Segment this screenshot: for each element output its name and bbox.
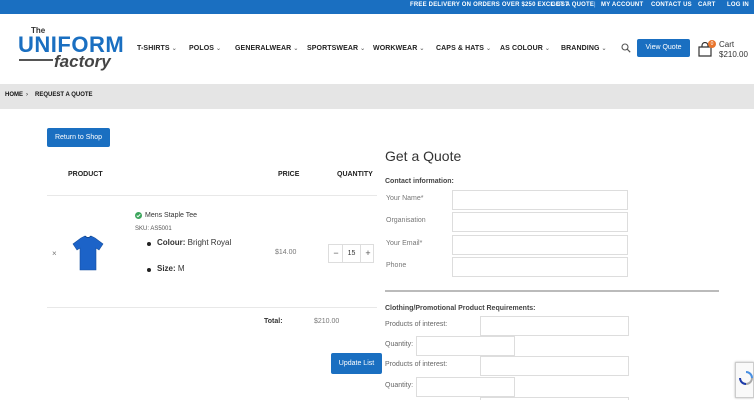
phone-label: Phone xyxy=(386,262,407,269)
quantity-label: Quantity: xyxy=(385,382,414,389)
products-of-interest-label: Products of interest: xyxy=(385,361,448,368)
chevron-down-icon: ⌄ xyxy=(419,46,425,52)
view-quote-button[interactable]: View Quote xyxy=(637,39,690,57)
chevron-down-icon: ⌄ xyxy=(544,46,551,52)
item-price: $14.00 xyxy=(275,249,297,256)
decrease-quantity-button[interactable]: − xyxy=(330,248,342,258)
product-colour: Colour: Bright Royal xyxy=(157,238,232,247)
nav-item-branding[interactable]: BRANDING ⌄ xyxy=(561,45,607,52)
t-shirt-product-image[interactable] xyxy=(68,233,108,273)
free-delivery-link[interactable]: FREE DELIVERY ON ORDERS OVER $250 EXCL G… xyxy=(410,2,569,8)
top-bar: FREE DELIVERY ON ORDERS OVER $250 EXCL G… xyxy=(0,0,754,14)
remove-item-button[interactable]: × xyxy=(52,249,57,258)
requirement-quantity-field[interactable] xyxy=(416,336,515,356)
nav-item-polos[interactable]: POLOS ⌄ xyxy=(189,45,221,52)
get-a-quote-link[interactable]: GET A QUOTE xyxy=(551,2,594,8)
recaptcha-icon xyxy=(739,371,753,385)
update-list-button[interactable]: Update List xyxy=(331,353,382,374)
cart-total[interactable]: $210.00 xyxy=(719,50,748,59)
increase-quantity-button[interactable]: + xyxy=(362,248,374,258)
quote-form-title: Get a Quote xyxy=(385,148,462,164)
quantity-stepper: − 15 + xyxy=(328,244,374,263)
column-header-quantity: QUANTITY xyxy=(337,171,373,178)
site-logo[interactable]: The UNIFORM factory xyxy=(18,26,124,72)
total-label: Total: xyxy=(264,318,283,325)
chevron-down-icon: ⌄ xyxy=(171,46,177,52)
organisation-label: Organisation xyxy=(386,217,426,224)
product-name[interactable]: Mens Staple Tee xyxy=(145,212,197,219)
nav-item-generalwear[interactable]: GENERALWEAR ⌄ xyxy=(235,45,298,52)
search-icon[interactable] xyxy=(621,43,631,53)
column-header-product: PRODUCT xyxy=(68,171,103,178)
breadcrumb: HOME › REQUEST A QUOTE xyxy=(0,84,754,109)
quantity-label: Quantity: xyxy=(385,341,414,348)
email-label: Your Email* xyxy=(386,240,423,247)
nav-item-caps-hats[interactable]: CAPS & HATS ⌄ xyxy=(436,45,491,52)
check-circle-icon xyxy=(135,212,142,219)
column-header-price: PRICE xyxy=(278,171,300,178)
site-header: The UNIFORM factory T-SHIRTS ⌄ POLOS ⌄ GEN… xyxy=(0,14,754,84)
log-in-link[interactable]: LOG IN xyxy=(727,2,749,8)
products-of-interest-field[interactable] xyxy=(480,356,629,376)
logo-factory: factory xyxy=(54,52,111,71)
email-field[interactable] xyxy=(452,235,628,255)
requirement-quantity-field[interactable] xyxy=(416,377,515,397)
topbar-separator: | xyxy=(594,2,596,8)
breadcrumb-home[interactable]: HOME xyxy=(5,92,23,98)
contact-info-heading: Contact information: xyxy=(385,178,454,185)
organisation-field[interactable] xyxy=(452,212,628,232)
total-value: $210.00 xyxy=(314,318,340,325)
table-divider xyxy=(47,307,377,308)
nav-item-workwear[interactable]: WORKWEAR ⌄ xyxy=(373,45,425,52)
nav-item-as-colour[interactable]: AS COLOUR ⌄ xyxy=(500,45,550,52)
products-of-interest-field[interactable] xyxy=(480,316,629,336)
quantity-input[interactable]: 15 xyxy=(342,245,361,262)
breadcrumb-separator: › xyxy=(26,92,28,98)
products-of-interest-label: Products of interest: xyxy=(385,321,448,328)
phone-field[interactable] xyxy=(452,257,628,277)
name-label: Your Name* xyxy=(386,195,424,202)
bullet xyxy=(147,268,151,272)
nav-item-sportswear[interactable]: SPORTSWEAR ⌄ xyxy=(307,45,365,52)
requirements-heading: Clothing/Promotional Product Requirement… xyxy=(385,305,536,312)
table-divider xyxy=(47,195,377,196)
breadcrumb-current: REQUEST A QUOTE xyxy=(35,92,93,98)
cart-link[interactable]: CART xyxy=(698,2,715,8)
cart-count-badge: 0 xyxy=(708,40,716,48)
recaptcha-badge[interactable] xyxy=(735,362,754,398)
chevron-down-icon: ⌄ xyxy=(360,46,366,52)
bullet xyxy=(147,242,151,246)
cart-label[interactable]: Cart xyxy=(719,40,734,49)
nav-item-t-shirts[interactable]: T-SHIRTS ⌄ xyxy=(137,45,177,52)
contact-us-link[interactable]: CONTACT US xyxy=(651,2,692,8)
chevron-down-icon: ⌄ xyxy=(216,46,222,52)
my-account-link[interactable]: MY ACCOUNT xyxy=(601,2,643,8)
section-divider xyxy=(385,290,719,292)
return-to-shop-button[interactable]: Return to Shop xyxy=(47,128,110,147)
name-field[interactable] xyxy=(452,190,628,210)
product-sku: SKU: AS5001 xyxy=(135,226,172,232)
chevron-down-icon: ⌄ xyxy=(293,46,299,52)
chevron-down-icon: ⌄ xyxy=(486,46,492,52)
chevron-down-icon: ⌄ xyxy=(601,46,607,52)
product-size: Size: M xyxy=(157,264,185,273)
logo-swoosh xyxy=(19,59,53,61)
